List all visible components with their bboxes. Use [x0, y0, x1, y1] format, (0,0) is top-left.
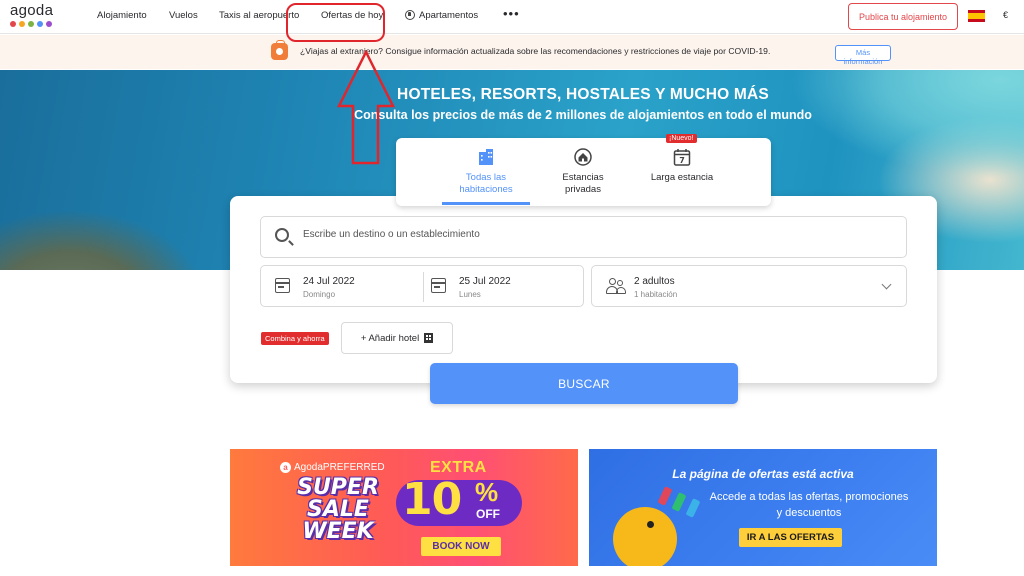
checkout-date-value: 25 Jul 2022	[459, 276, 511, 287]
spain-flag-icon[interactable]	[968, 10, 985, 22]
hotel-icon	[424, 333, 434, 343]
checkout-calendar-icon	[431, 278, 446, 293]
accommodation-tabs: Todas las habitaciones Estancias privada…	[396, 138, 771, 206]
tab-label: Larga estancia	[650, 172, 714, 183]
buildings-icon	[479, 149, 493, 165]
tab-todas-las-habitaciones[interactable]: Todas las habitaciones	[442, 148, 530, 196]
logo-dot	[46, 21, 52, 27]
nav-item-alojamiento[interactable]: Alojamiento	[97, 10, 147, 21]
ticket-icon	[657, 486, 673, 506]
logo-text: agoda	[10, 2, 54, 19]
publish-property-button[interactable]: Publica tu alojamiento	[848, 3, 958, 30]
more-info-button[interactable]: Más información	[835, 45, 891, 66]
top-nav: agoda Alojamiento Vuelos Taxis al aeropu…	[0, 0, 1024, 34]
currency-selector[interactable]: €	[1003, 10, 1008, 20]
nav-item-apartamentos-label: Apartamentos	[419, 10, 479, 21]
super-sale-banner[interactable]: a AgodaPREFERRED SUPER SALE WEEK EXTRA 10…	[230, 449, 578, 566]
agoda-preferred-label: a AgodaPREFERRED	[280, 462, 385, 473]
apartment-icon	[405, 10, 415, 20]
logo-dot	[10, 21, 16, 27]
active-tab-indicator	[442, 202, 530, 205]
search-icon	[275, 228, 289, 242]
new-badge: ¡Nuevo!	[666, 134, 697, 143]
deals-page-banner[interactable]: La página de ofertas está activa Accede …	[589, 449, 937, 566]
destination-field[interactable]	[260, 216, 907, 258]
checkout-date[interactable]: 25 Jul 2022 Lunes	[417, 266, 583, 306]
house-icon	[574, 148, 592, 166]
book-now-button[interactable]: BOOK NOW	[421, 537, 501, 556]
super-sale-week-headline: SUPER SALE WEEK	[297, 475, 379, 544]
checkin-date-value: 24 Jul 2022	[303, 276, 355, 287]
suitcase-icon	[271, 40, 288, 60]
nav-item-apartamentos[interactable]: Apartamentos	[405, 10, 478, 21]
search-button[interactable]: BUSCAR	[430, 363, 738, 404]
date-picker: 24 Jul 2022 Domingo 25 Jul 2022 Lunes	[260, 265, 584, 307]
add-hotel-label: + Añadir hotel	[360, 332, 420, 344]
guests-selector[interactable]: 2 adultos 1 habitación	[591, 265, 907, 307]
tab-larga-estancia[interactable]: 7 Larga estancia	[642, 148, 722, 184]
deals-title: La página de ofertas está activa	[672, 467, 854, 481]
go-to-deals-button[interactable]: IR A LAS OFERTAS	[739, 528, 842, 547]
nav-item-vuelos[interactable]: Vuelos	[169, 10, 198, 21]
annotation-arrow-icon	[336, 50, 396, 165]
logo-dot	[28, 21, 34, 27]
checkout-day: Lunes	[459, 290, 481, 299]
destination-input[interactable]	[303, 229, 893, 240]
add-hotel-button[interactable]: + Añadir hotel	[341, 322, 453, 354]
brand-text: AgodaPREFERRED	[294, 462, 385, 473]
checkin-date[interactable]: 24 Jul 2022 Domingo	[261, 266, 423, 306]
discount-percent: %	[475, 477, 499, 507]
discount-off: OFF	[476, 507, 500, 521]
checkin-day: Domingo	[303, 290, 336, 299]
hero-title: HOTELES, RESORTS, HOSTALES Y MUCHO MÁS	[397, 86, 769, 103]
guests-count: 2 adultos	[634, 276, 675, 287]
rooms-count: 1 habitación	[634, 290, 678, 299]
tab-label: Todas las habitaciones	[459, 172, 513, 195]
logo-dot	[19, 21, 25, 27]
deals-description: Accede a todas las ofertas, promociones …	[709, 491, 909, 519]
combine-save-badge: Combina y ahorra	[261, 332, 329, 345]
agoda-a-icon: a	[280, 462, 291, 473]
tab-estancias-privadas[interactable]: Estancias privadas	[546, 148, 620, 196]
calendar-7-icon: 7	[673, 149, 691, 166]
logo-dots	[10, 21, 58, 27]
people-icon	[606, 278, 626, 294]
more-menu-icon[interactable]: •••	[503, 6, 520, 21]
checkin-calendar-icon	[275, 278, 290, 293]
discount-number: 10	[402, 474, 462, 525]
agoda-logo[interactable]: agoda	[10, 3, 58, 29]
mascot-image	[613, 507, 677, 566]
hero-subtitle: Consulta los precios de más de 2 millone…	[354, 108, 812, 122]
tab-label: Estancias privadas	[562, 172, 604, 195]
ticket-icon	[671, 492, 687, 512]
annotation-highlight-box	[286, 3, 385, 42]
covid-banner: ¿Viajas al extranjero? Consigue informac…	[0, 35, 1024, 69]
ticket-icon	[685, 498, 701, 518]
chevron-down-icon	[881, 279, 892, 290]
svg-text:7: 7	[679, 156, 685, 165]
logo-dot	[37, 21, 43, 27]
